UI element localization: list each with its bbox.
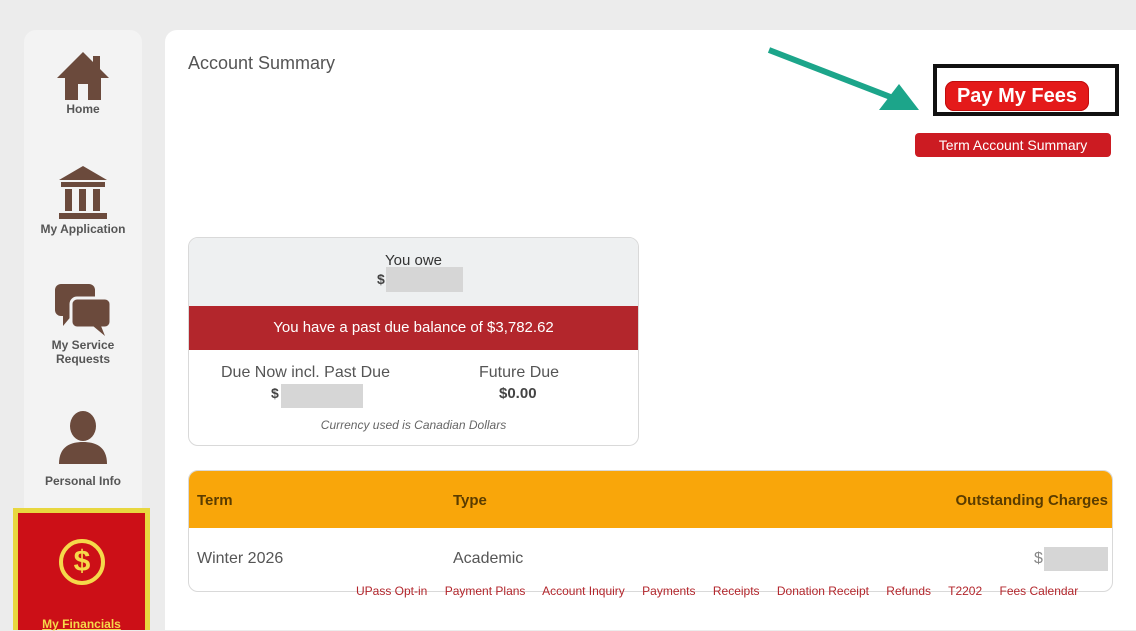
sidebar-item-label: Personal Info bbox=[44, 474, 121, 488]
sidebar: Home My Application My Service Requests … bbox=[13, 30, 150, 631]
term-account-summary-button[interactable]: Term Account Summary bbox=[915, 133, 1111, 157]
link-payments[interactable]: Payments bbox=[642, 584, 695, 598]
column-header-type: Type bbox=[453, 492, 487, 509]
main-panel: Account Summary Pay My Fees Term Account… bbox=[165, 30, 1136, 630]
chat-icon bbox=[55, 284, 113, 336]
link-upass-opt-in[interactable]: UPass Opt-in bbox=[356, 584, 427, 598]
page-title: Account Summary bbox=[188, 53, 336, 73]
dollar-icon: $ bbox=[59, 539, 105, 585]
link-donation-receipt[interactable]: Donation Receipt bbox=[777, 584, 869, 598]
charges-table: Term Type Outstanding Charges Winter 202… bbox=[188, 470, 1113, 592]
person-icon bbox=[59, 411, 107, 464]
active-item-background: $ My Financials bbox=[18, 513, 145, 631]
redacted-amount bbox=[386, 267, 463, 292]
table-row: Winter 2026 Academic $ bbox=[189, 528, 1112, 590]
sidebar-item-home[interactable]: Home bbox=[24, 48, 142, 148]
link-t2202[interactable]: T2202 bbox=[948, 584, 982, 598]
sidebar-item-label: My Service Requests bbox=[51, 338, 115, 366]
past-due-banner: You have a past due balance of $3,782.62 bbox=[189, 306, 638, 350]
sidebar-item-my-application[interactable]: My Application bbox=[24, 162, 142, 262]
sidebar-item-my-service-requests[interactable]: My Service Requests bbox=[24, 280, 142, 390]
home-icon bbox=[57, 52, 109, 100]
card-header: You owe $ bbox=[189, 238, 638, 306]
balance-card: You owe $ You have a past due balance of… bbox=[188, 237, 639, 446]
cell-type: Academic bbox=[453, 550, 524, 567]
link-payment-plans[interactable]: Payment Plans bbox=[445, 584, 526, 598]
cell-charges-currency: $ bbox=[1034, 550, 1043, 567]
column-header-outstanding-charges: Outstanding Charges bbox=[955, 492, 1108, 509]
future-due-label: Future Due bbox=[479, 364, 560, 381]
bank-icon bbox=[59, 166, 107, 219]
table-header: Term Type Outstanding Charges bbox=[189, 471, 1112, 528]
cell-term: Winter 2026 bbox=[197, 550, 284, 567]
sidebar-item-label: My Financials bbox=[42, 617, 121, 631]
sidebar-item-my-financials[interactable]: $ My Financials bbox=[13, 508, 150, 631]
link-fees-calendar[interactable]: Fees Calendar bbox=[1000, 584, 1079, 598]
sidebar-item-label: Home bbox=[66, 102, 100, 116]
sidebar-item-label: My Application bbox=[40, 222, 126, 236]
column-header-term: Term bbox=[197, 492, 233, 509]
due-now-label: Due Now incl. Past Due bbox=[221, 364, 390, 381]
link-receipts[interactable]: Receipts bbox=[713, 584, 760, 598]
due-now-currency: $ bbox=[271, 385, 279, 401]
arrow-icon bbox=[767, 47, 919, 110]
future-due-value: $0.00 bbox=[499, 385, 537, 402]
currency-note: Currency used is Canadian Dollars bbox=[320, 418, 507, 432]
link-refunds[interactable]: Refunds bbox=[886, 584, 931, 598]
pay-my-fees-button[interactable]: Pay My Fees bbox=[945, 81, 1089, 111]
footer-links: UPass Opt-in Payment Plans Account Inqui… bbox=[356, 584, 1078, 598]
sidebar-item-personal-info[interactable]: Personal Info bbox=[24, 408, 142, 498]
link-account-inquiry[interactable]: Account Inquiry bbox=[542, 584, 625, 598]
redacted-amount bbox=[281, 384, 363, 408]
you-owe-currency: $ bbox=[377, 271, 385, 287]
redacted-amount bbox=[1044, 547, 1108, 571]
